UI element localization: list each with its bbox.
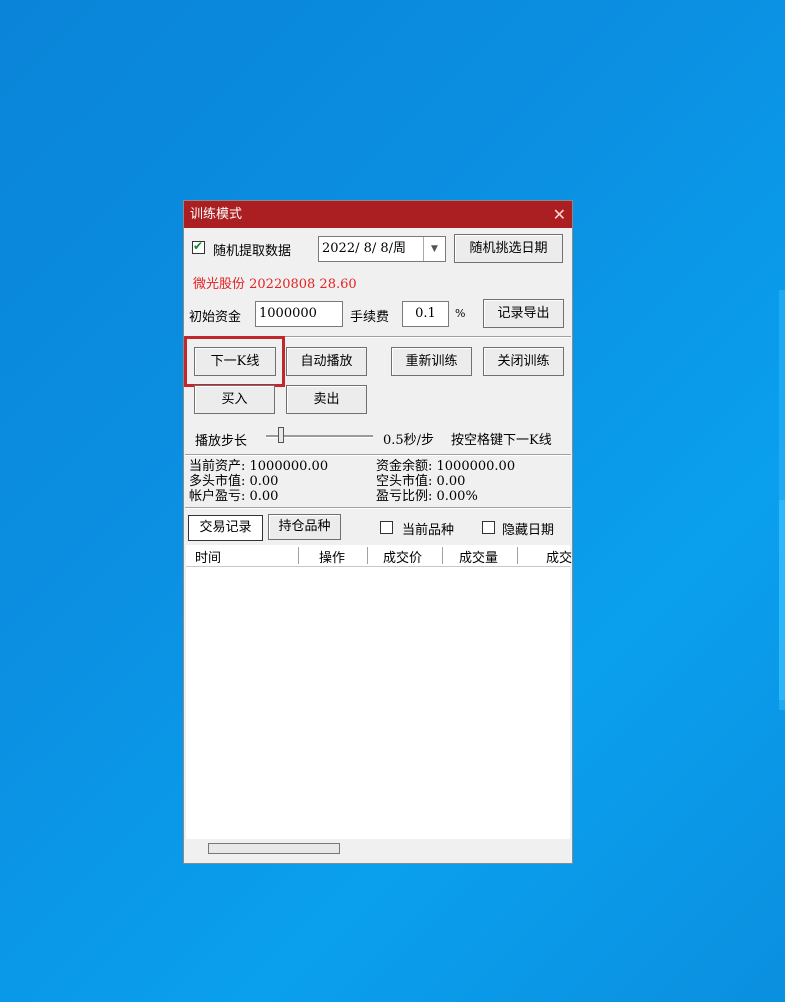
column-header-time[interactable]: 时间 [195, 547, 221, 566]
date-value: 2022/ 8/ 8/周 [322, 241, 407, 256]
fee-label: 手续费 [350, 310, 390, 325]
column-divider[interactable] [517, 547, 518, 564]
hide-date-checkbox[interactable] [482, 521, 495, 534]
dialog-title: 训练模式 [190, 207, 243, 222]
play-step-slider-thumb[interactable] [278, 427, 285, 443]
capital-label: 初始资金 [189, 310, 242, 325]
pnl-ratio: 盈亏比例: 0.00% [376, 489, 478, 504]
title-bar: 训练模式 ✕ [184, 201, 572, 228]
tab-holdings[interactable]: 持仓品种 [268, 514, 341, 540]
wallpaper-accent [779, 500, 785, 700]
column-header-truncated[interactable]: 成交 [546, 547, 572, 566]
auto-play-button[interactable]: 自动播放 [286, 347, 367, 376]
current-assets: 当前资产: 1000000.00 [189, 459, 329, 474]
highlight-box [184, 336, 285, 387]
hide-date-label: 隐藏日期 [502, 523, 555, 538]
capital-input[interactable]: 1000000 [255, 301, 343, 327]
stock-info: 微光股份 20220808 28.60 [193, 277, 357, 292]
cash-balance: 资金余额: 1000000.00 [376, 459, 516, 474]
close-icon[interactable]: ✕ [553, 201, 566, 228]
sell-button[interactable]: 卖出 [286, 385, 367, 414]
random-data-checkbox[interactable] [192, 239, 205, 254]
tab-trade-record[interactable]: 交易记录 [188, 515, 263, 541]
training-mode-dialog: 训练模式 ✕ 随机提取数据 2022/ 8/ 8/周 ▼ 随机挑选日期 微光股份… [183, 200, 573, 864]
column-divider[interactable] [442, 547, 443, 564]
column-divider[interactable] [298, 547, 299, 564]
column-header-volume[interactable]: 成交量 [459, 547, 498, 566]
horizontal-scrollbar[interactable] [208, 843, 340, 854]
current-symbol-checkbox[interactable] [380, 521, 393, 534]
column-header-price[interactable]: 成交价 [383, 547, 422, 566]
retrain-button[interactable]: 重新训练 [391, 347, 472, 376]
fee-input[interactable]: 0.1 [402, 301, 449, 327]
random-data-label: 随机提取数据 [213, 244, 292, 259]
short-market-value: 空头市值: 0.00 [376, 474, 466, 489]
random-date-button[interactable]: 随机挑选日期 [454, 234, 563, 263]
column-divider[interactable] [367, 547, 368, 564]
date-picker[interactable]: 2022/ 8/ 8/周 ▼ [318, 236, 446, 262]
dropdown-arrow-icon[interactable]: ▼ [423, 237, 445, 261]
trade-table-header: 时间 操作 成交价 成交量 成交 [186, 545, 572, 567]
trade-table-body[interactable] [186, 567, 570, 839]
fee-unit: % [455, 307, 466, 320]
play-speed-text: 0.5秒/步 [383, 433, 435, 448]
export-records-button[interactable]: 记录导出 [483, 299, 564, 328]
current-symbol-label: 当前品种 [402, 523, 455, 538]
play-step-label: 播放步长 [195, 434, 248, 449]
buy-button[interactable]: 买入 [194, 385, 275, 414]
space-key-hint: 按空格键下一K线 [451, 433, 552, 448]
account-pnl: 帐户盈亏: 0.00 [189, 489, 279, 504]
divider [185, 454, 571, 456]
column-header-action[interactable]: 操作 [319, 547, 345, 566]
divider [185, 507, 571, 509]
close-training-button[interactable]: 关闭训练 [483, 347, 564, 376]
long-market-value: 多头市值: 0.00 [189, 474, 279, 489]
